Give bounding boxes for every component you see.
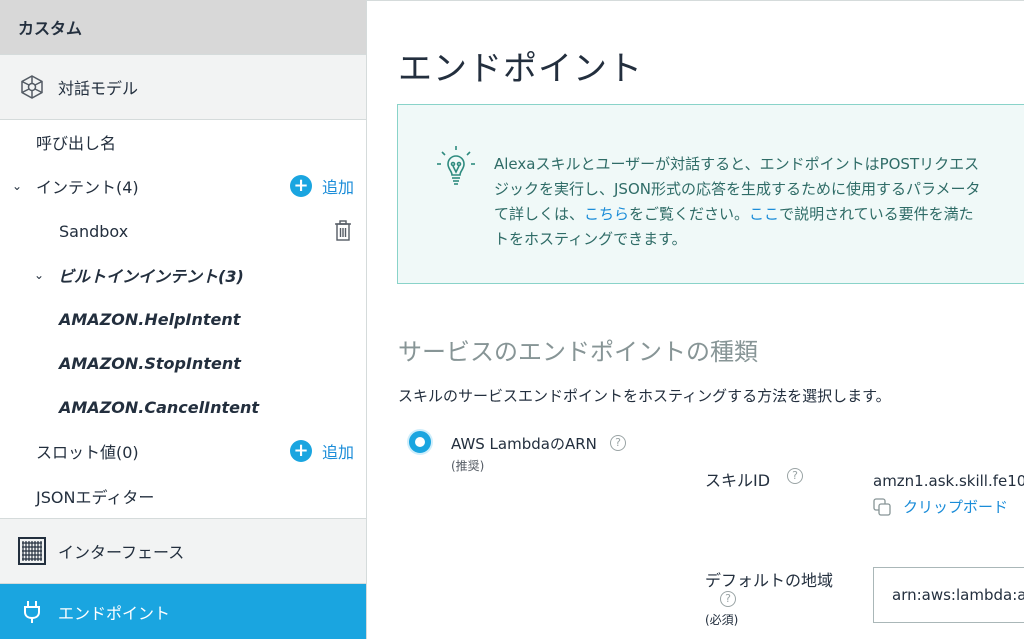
skill-id-value: amzn1.ask.skill.fe100 [873, 472, 1024, 490]
info-line: Alexaスキルとユーザーが対話すると、エンドポイントはPOSTリクエス [494, 155, 980, 173]
plus-icon: + [289, 440, 312, 462]
sidebar-item-label: AMAZON.StopIntent [59, 353, 241, 373]
sidebar-section-interfaces[interactable]: インターフェース [0, 518, 366, 584]
sidebar-item-label: スロット値(0) [36, 443, 139, 462]
sidebar-section-label: エンドポイント [58, 603, 171, 623]
info-link-here[interactable]: こちら [584, 205, 629, 223]
info-box: Alexaスキルとユーザーが対話すると、エンドポイントはPOSTリクエス ジック… [397, 104, 1024, 284]
plug-icon [18, 598, 46, 626]
info-link-requirements[interactable]: ここ [749, 205, 779, 223]
skill-id-label: スキルID [705, 471, 771, 490]
arn-input[interactable] [873, 567, 1024, 623]
sidebar-item-label: JSONエディター [36, 488, 155, 507]
sidebar-item-label: 呼び出し名 [36, 134, 117, 153]
sidebar-item-sandbox[interactable]: Sandbox [0, 209, 366, 253]
sidebar-section-endpoint[interactable]: エンドポイント [0, 584, 366, 639]
chevron-down-icon: ⌄ [12, 179, 23, 193]
info-line: トをホスティングできます。 [494, 230, 687, 248]
page-title: エンドポイント [398, 49, 643, 89]
default-region-label: デフォルトの地域 [705, 571, 834, 590]
trash-icon[interactable] [334, 220, 352, 242]
copy-to-clipboard-button[interactable]: クリップボード [873, 496, 1008, 517]
sidebar-item-slot-types[interactable]: スロット値(0) + 追加 [0, 429, 366, 473]
add-label: 追加 [321, 443, 354, 462]
chevron-down-icon: ⌄ [34, 268, 45, 282]
sidebar-item-label: ビルトインインテント(3) [58, 267, 244, 286]
info-line: て詳しくは、こちらをご覧ください。ここで説明されている要件を満た [494, 202, 1024, 227]
main-panel: エンドポイント Alexaスキルとユーザーが対話すると、エンドポイントはPOST… [367, 0, 1024, 639]
copy-label: クリップボード [903, 498, 1009, 516]
add-label: 追加 [321, 178, 354, 197]
sidebar-item-builtin-intents[interactable]: ⌄ ビルトインインテント(3) [0, 253, 366, 297]
section-title: サービスのエンドポイントの種類 [398, 338, 758, 366]
sidebar-item-invocation[interactable]: 呼び出し名 [0, 120, 366, 164]
sidebar-header-label: カスタム [18, 19, 83, 38]
sidebar-section-interaction-model[interactable]: 対話モデル [0, 54, 366, 120]
lightbulb-icon [437, 146, 475, 185]
sidebar-item-stop-intent[interactable]: AMAZON.StopIntent [0, 341, 366, 385]
sidebar-item-help-intent[interactable]: AMAZON.HelpIntent [0, 297, 366, 341]
help-icon[interactable]: ? [610, 435, 626, 451]
add-slot-button[interactable]: + 追加 [289, 439, 354, 463]
sidebar-item-label: インテント(4) [36, 178, 139, 197]
sidebar-item-cancel-intent[interactable]: AMAZON.CancelIntent [0, 385, 366, 429]
info-text-segment: て詳しくは、 [494, 205, 585, 223]
sidebar-header: カスタム [0, 0, 366, 54]
sidebar-item-intents[interactable]: ⌄ インテント(4) + 追加 [0, 164, 366, 208]
network-icon [18, 73, 46, 101]
sidebar-item-label: AMAZON.HelpIntent [59, 309, 241, 329]
sidebar-item-label: AMAZON.CancelIntent [59, 397, 259, 417]
add-intent-button[interactable]: + 追加 [289, 174, 354, 198]
plus-icon: + [289, 175, 312, 197]
sidebar-item-json-editor[interactable]: JSONエディター [0, 474, 366, 518]
help-icon[interactable]: ? [787, 468, 803, 484]
help-icon[interactable]: ? [720, 591, 736, 607]
info-line: ジックを実行し、JSON形式の応答を生成するために使用するパラメータ [494, 180, 981, 198]
sidebar: カスタム 対話モデル 呼び出し名 ⌄ インテント(4) + 追加 Sandbox [0, 0, 367, 639]
aws-lambda-radio[interactable] [409, 431, 431, 453]
info-text-segment: をご覧ください。 [629, 205, 750, 223]
info-text-segment: で説明されている要件を満た [779, 205, 974, 223]
aws-lambda-label[interactable]: AWS LambdaのARN [451, 433, 597, 454]
info-text: Alexaスキルとユーザーが対話すると、エンドポイントはPOSTリクエス ジック… [494, 152, 1024, 252]
recommended-label: (推奨) [451, 459, 485, 473]
sidebar-item-label: Sandbox [59, 221, 129, 241]
sidebar-section-label: インターフェース [58, 543, 185, 562]
grid-icon [18, 537, 46, 565]
sidebar-section-label: 対話モデル [58, 79, 139, 98]
required-label: (必須) [705, 613, 739, 627]
copy-icon [873, 497, 891, 516]
section-description: スキルのサービスエンドポイントをホスティングする方法を選択します。 [398, 387, 891, 405]
